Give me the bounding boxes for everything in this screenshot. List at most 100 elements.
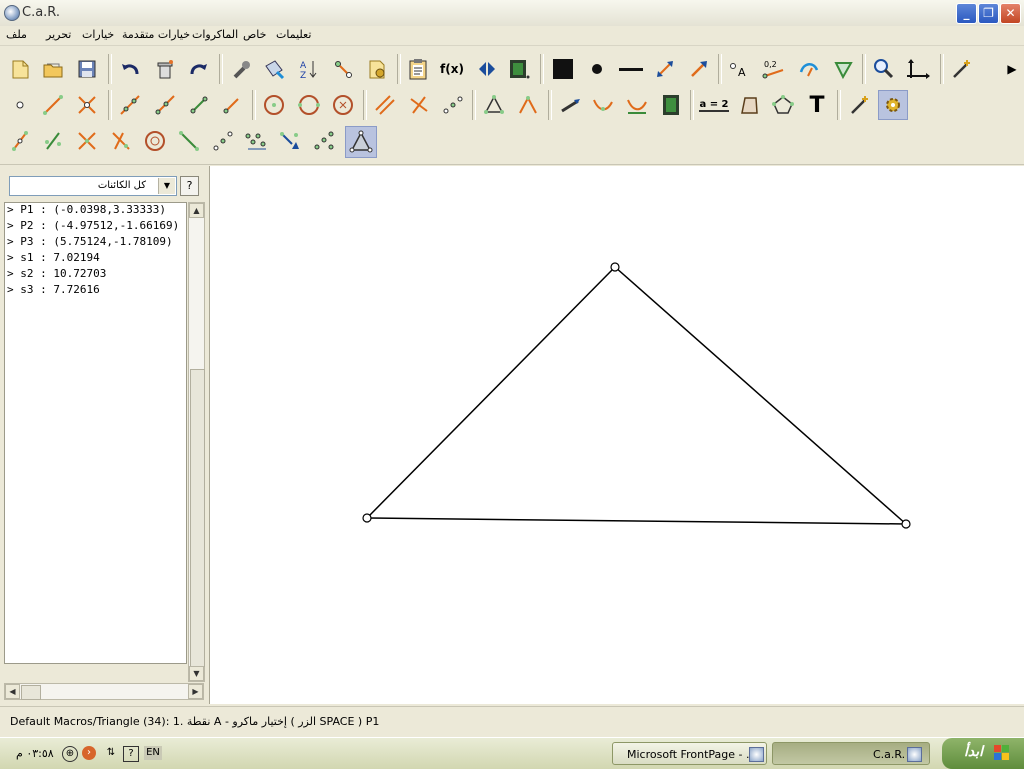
point-p3[interactable]: [901, 519, 911, 529]
move-tool-icon[interactable]: [556, 90, 586, 120]
restore-button[interactable]: ❐: [978, 3, 999, 24]
scroll-up-icon[interactable]: ▲: [189, 203, 204, 218]
point-label-icon[interactable]: A: [725, 54, 755, 84]
object-list[interactable]: > P1 : (-0.0398,3.33333) > P2 : (-4.9751…: [4, 202, 187, 664]
vertical-scroll-thumb[interactable]: [190, 369, 205, 667]
open-file-icon[interactable]: [38, 54, 68, 84]
point-p2[interactable]: [362, 513, 372, 523]
delete-icon[interactable]: [150, 54, 180, 84]
zoom-icon[interactable]: [869, 54, 899, 84]
macro-chain-icon[interactable]: [242, 126, 272, 156]
film-icon[interactable]: [503, 54, 533, 84]
macro-segment-point-icon[interactable]: [5, 126, 35, 156]
horizontal-scrollbar[interactable]: ◀ ▶: [4, 683, 204, 700]
macro-dots-icon[interactable]: [310, 126, 340, 156]
macro-bisector-icon[interactable]: [106, 126, 136, 156]
clock[interactable]: ٠٣:٥٨ م: [16, 747, 54, 760]
menu-file[interactable]: ملف: [6, 28, 27, 41]
task-car[interactable]: C.a.R.: [772, 742, 930, 765]
macro-perp-point-icon[interactable]: [38, 126, 68, 156]
move-point-icon[interactable]: [328, 54, 358, 84]
gear-doc-icon[interactable]: [362, 54, 392, 84]
vector-tool-icon[interactable]: [217, 90, 247, 120]
minimize-button[interactable]: _: [956, 3, 977, 24]
macro-gear-icon[interactable]: [878, 90, 908, 120]
new-file-icon[interactable]: [5, 54, 35, 84]
macro-arrow-icon[interactable]: [276, 126, 306, 156]
scroll-down-icon[interactable]: ▼: [189, 666, 204, 681]
redo-icon[interactable]: [184, 54, 214, 84]
circle-tool-icon[interactable]: [259, 90, 289, 120]
menu-help[interactable]: تعليمات: [276, 28, 311, 41]
paint-icon[interactable]: [259, 54, 289, 84]
save-file-icon[interactable]: [72, 54, 102, 84]
polygon-tool-icon[interactable]: [479, 90, 509, 120]
function-icon[interactable]: f(x): [437, 54, 467, 84]
language-bar-icon[interactable]: ⇅: [104, 746, 118, 760]
macro-line-icon[interactable]: [174, 126, 204, 156]
mirror-icon[interactable]: [472, 54, 502, 84]
arrow-icon[interactable]: [684, 54, 714, 84]
point-p1[interactable]: [610, 262, 620, 272]
sort-az-icon[interactable]: AZ: [294, 54, 324, 84]
polygon2-tool-icon[interactable]: [768, 90, 798, 120]
line-thickness-icon[interactable]: [616, 54, 646, 84]
segment-s1[interactable]: [366, 266, 616, 519]
circle-center-tool-icon[interactable]: [328, 90, 358, 120]
angle-tool-icon[interactable]: [513, 90, 543, 120]
assignment-tool-icon[interactable]: a = 2: [697, 90, 731, 120]
midpoint-tool-icon[interactable]: [438, 90, 468, 120]
macro-wand-icon[interactable]: [844, 90, 874, 120]
macro-circle-icon[interactable]: [140, 126, 170, 156]
segment-tool-icon[interactable]: [38, 90, 68, 120]
start-button[interactable]: ابدأ: [942, 738, 1024, 769]
animation-tool-icon[interactable]: [656, 90, 686, 120]
chevron-down-icon[interactable]: ▼: [158, 178, 175, 194]
macro-points-icon[interactable]: [208, 126, 238, 156]
clipboard-icon[interactable]: [403, 54, 433, 84]
list-item[interactable]: > P2 : (-4.97512,-1.66169): [7, 219, 179, 235]
list-item[interactable]: > P3 : (5.75124,-1.78109): [7, 235, 173, 251]
list-item[interactable]: > s1 : 7.02194: [7, 251, 100, 267]
menu-macros[interactable]: الماكروات: [192, 28, 238, 41]
title-bar[interactable]: C.a.R. _ ❐ ✕: [0, 0, 1024, 27]
wrench-icon[interactable]: [226, 54, 256, 84]
menu-advanced-options[interactable]: خيارات متقدمة: [122, 28, 190, 41]
scroll-left-icon[interactable]: ◀: [5, 684, 20, 699]
line-tool-icon[interactable]: [115, 90, 145, 120]
macro-cross-icon[interactable]: [72, 126, 102, 156]
list-item[interactable]: > P1 : (-0.0398,3.33333): [7, 203, 166, 219]
list-item[interactable]: > s3 : 7.72616: [7, 283, 100, 299]
parallel-tool-icon[interactable]: [370, 90, 400, 120]
magic-wand-icon[interactable]: [946, 54, 976, 84]
horizontal-scroll-thumb[interactable]: [21, 685, 41, 700]
locus-tool-icon[interactable]: [622, 90, 652, 120]
arrow-both-icon[interactable]: [650, 54, 680, 84]
menu-special[interactable]: خاص: [243, 28, 266, 41]
vertical-scrollbar[interactable]: ▲ ▼: [188, 202, 205, 682]
curve-tool-icon[interactable]: [588, 90, 618, 120]
point-tool-icon[interactable]: [5, 90, 35, 120]
segment-s2[interactable]: [366, 517, 907, 525]
list-item[interactable]: > s2 : 10.72703: [7, 267, 106, 283]
axes-icon[interactable]: [903, 54, 933, 84]
menu-edit[interactable]: تحرير: [46, 28, 71, 41]
ray-tool-icon[interactable]: [150, 90, 180, 120]
point-style-icon[interactable]: [582, 54, 612, 84]
toolbar-more-arrow[interactable]: ▶: [1000, 54, 1024, 84]
circle3-tool-icon[interactable]: [294, 90, 324, 120]
undo-icon[interactable]: [115, 54, 145, 84]
text-tool-icon[interactable]: T: [802, 90, 832, 120]
segment2-tool-icon[interactable]: [184, 90, 214, 120]
coordinates-icon[interactable]: 0,2: [759, 54, 789, 84]
language-indicator[interactable]: EN: [144, 746, 162, 760]
help-icon[interactable]: ?: [123, 746, 139, 762]
media-icon[interactable]: ›: [82, 746, 96, 760]
network-icon[interactable]: ⊕: [62, 746, 78, 762]
triangle-select-icon[interactable]: [828, 54, 858, 84]
object-filter-select[interactable]: كل الكائنات ▼: [9, 176, 177, 196]
macro-triangle-icon[interactable]: [345, 126, 377, 158]
construction-canvas[interactable]: [210, 166, 1024, 704]
close-button[interactable]: ✕: [1000, 3, 1021, 24]
construction-svg[interactable]: [210, 166, 1024, 704]
